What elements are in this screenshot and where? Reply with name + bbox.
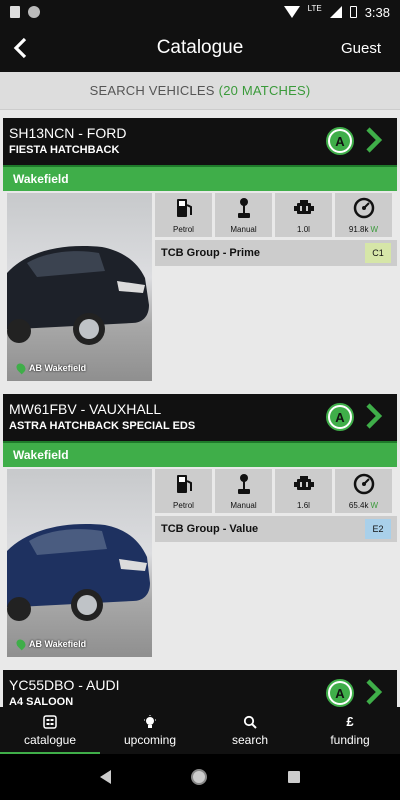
spec-engine: 1.6l: [275, 469, 332, 513]
location-bar: Wakefield: [3, 165, 397, 191]
gear-stick-icon: [237, 474, 250, 494]
spec-transmission: Manual: [215, 193, 272, 237]
lightbulb-icon: [143, 714, 157, 729]
search-vehicles-label: SEARCH VEHICLES: [89, 83, 215, 98]
wifi-icon: [283, 6, 300, 18]
vehicle-photo[interactable]: AB Wakefield: [7, 469, 152, 657]
match-count: (20 MATCHES): [218, 83, 311, 98]
group-row: TCB Group - Value E2: [155, 516, 397, 542]
spec-engine: 1.0l: [275, 193, 332, 237]
vehicle-card-header[interactable]: YC55DBO - AUDI A4 SALOON A: [3, 670, 397, 708]
location-pin-icon: [14, 361, 28, 375]
chevron-right-icon[interactable]: [363, 678, 385, 706]
clock: 3:38: [364, 4, 390, 20]
vehicle-card[interactable]: YC55DBO - AUDI A4 SALOON A: [3, 670, 397, 708]
speedometer-icon: [353, 473, 374, 495]
vehicle-list[interactable]: SH13NCN - FORD FIESTA HATCHBACK A Wakefi…: [0, 118, 400, 708]
back-arrow-icon: [13, 37, 27, 59]
speedometer-icon: [353, 197, 374, 219]
grade-badge: C1: [365, 243, 391, 263]
fuel-pump-icon: [176, 475, 192, 493]
location-pin-icon: [14, 637, 28, 651]
bottom-navigation: catalogue upcoming search £ funding: [0, 707, 400, 754]
auction-badge-icon: A: [326, 679, 354, 707]
group-row: TCB Group - Prime C1: [155, 240, 397, 266]
sd-card-icon: [10, 6, 20, 18]
vehicle-card[interactable]: SH13NCN - FORD FIESTA HATCHBACK A Wakefi…: [3, 118, 397, 384]
car-illustration: [7, 246, 149, 345]
chevron-right-icon[interactable]: [363, 402, 385, 430]
engine-icon: [293, 200, 314, 214]
vehicle-card[interactable]: MW61FBV - VAUXHALL ASTRA HATCHBACK SPECI…: [3, 394, 397, 660]
auction-badge-icon: A: [326, 403, 354, 431]
network-type: LTE: [307, 3, 322, 13]
system-home-icon[interactable]: [191, 769, 208, 785]
chevron-right-icon[interactable]: [363, 126, 385, 154]
auction-badge-icon: A: [326, 127, 354, 155]
vehicle-card-header[interactable]: MW61FBV - VAUXHALL ASTRA HATCHBACK SPECI…: [3, 394, 397, 441]
location-bar: Wakefield: [3, 441, 397, 467]
fuel-pump-icon: [176, 199, 192, 217]
search-icon: [243, 715, 257, 729]
photo-location-caption: AB Wakefield: [14, 637, 86, 651]
grade-badge: E2: [365, 519, 391, 539]
nav-catalogue[interactable]: catalogue: [0, 707, 100, 754]
nav-funding[interactable]: £ funding: [300, 707, 400, 754]
nav-search[interactable]: search: [200, 707, 300, 754]
app-bar: Catalogue Guest: [0, 24, 400, 72]
signal-icon: [329, 6, 342, 18]
system-back-icon[interactable]: [100, 770, 112, 784]
battery-icon: [349, 6, 357, 18]
system-navigation-bar: [0, 754, 400, 800]
spec-fuel: Petrol: [155, 193, 212, 237]
vehicle-photo[interactable]: AB Wakefield: [7, 193, 152, 381]
notification-dot-icon: [28, 6, 40, 18]
catalogue-icon: [43, 714, 57, 729]
vehicle-card-header[interactable]: SH13NCN - FORD FIESTA HATCHBACK A: [3, 118, 397, 165]
spec-transmission: Manual: [215, 469, 272, 513]
pound-icon: £: [346, 714, 354, 729]
search-vehicles-bar[interactable]: SEARCH VEHICLES (20 MATCHES): [0, 72, 400, 110]
spec-mileage: 91.8k W: [335, 193, 392, 237]
spec-mileage: 65.4k W: [335, 469, 392, 513]
spec-fuel: Petrol: [155, 469, 212, 513]
nav-upcoming[interactable]: upcoming: [100, 707, 200, 754]
back-button[interactable]: [0, 24, 40, 72]
engine-icon: [293, 476, 314, 490]
guest-button[interactable]: Guest: [341, 40, 381, 57]
car-illustration: [7, 524, 150, 621]
photo-location-caption: AB Wakefield: [14, 361, 86, 375]
gear-stick-icon: [237, 198, 250, 218]
system-recents-icon[interactable]: [287, 771, 300, 783]
status-bar: LTE 3:38: [0, 0, 400, 24]
